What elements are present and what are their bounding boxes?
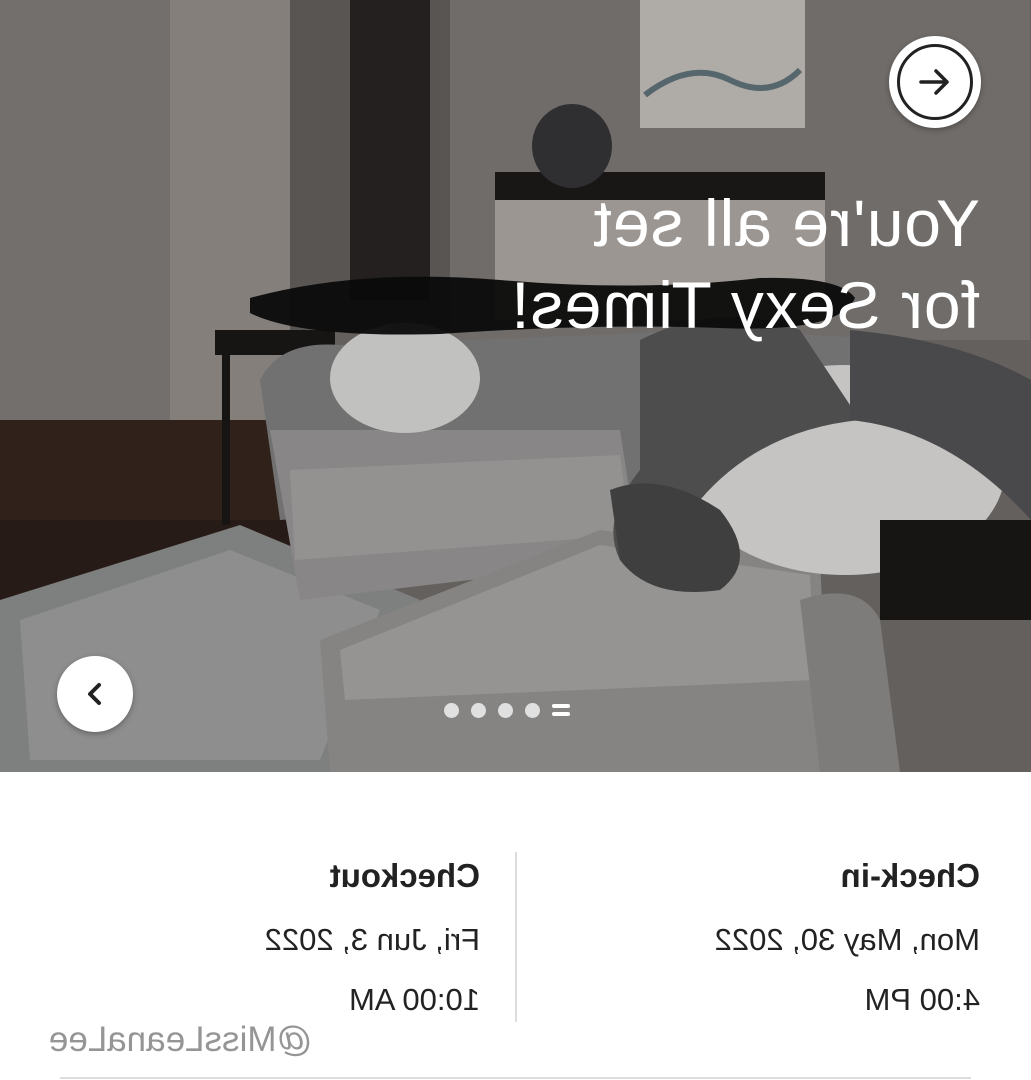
watermark-text: @MissLeanaLee [48,1020,312,1059]
carousel-dot[interactable] [525,702,540,718]
checkout-section: Checkout Fri, Jun 3, 2022 10:00 AM [60,854,480,1022]
title-line-1: You're all set [592,186,980,260]
checkin-date: Mon, May 30, 2022 [714,922,980,957]
listing-photo-carousel[interactable]: You're all set for Sexy Times! [0,0,1031,772]
carousel-dot[interactable] [471,702,486,718]
living-room-photo [0,0,1031,772]
carousel-dot[interactable] [444,702,459,718]
carousel-indicator [444,700,570,720]
checkout-date: Fri, Jun 3, 2022 [264,922,480,957]
next-photo-button[interactable] [889,36,981,128]
booking-confirmation-title: You're all set for Sexy Times! [380,182,980,346]
checkin-section: Check-in Mon, May 30, 2022 4:00 PM [560,854,980,1022]
checkout-time: 10:00 AM [349,982,480,1017]
checkin-time: 4:00 PM [864,982,980,1017]
chevron-left-icon [88,683,101,705]
carousel-dot-active[interactable] [552,704,570,708]
carousel-dot[interactable] [498,702,513,718]
column-divider [515,852,517,1022]
arrow-right-icon [919,69,949,95]
checkout-label: Checkout [329,857,480,894]
title-line-2: for Sexy Times! [510,268,980,342]
previous-photo-button[interactable] [57,656,133,732]
checkin-label: Check-in [840,857,980,894]
bottom-divider [60,1077,971,1079]
